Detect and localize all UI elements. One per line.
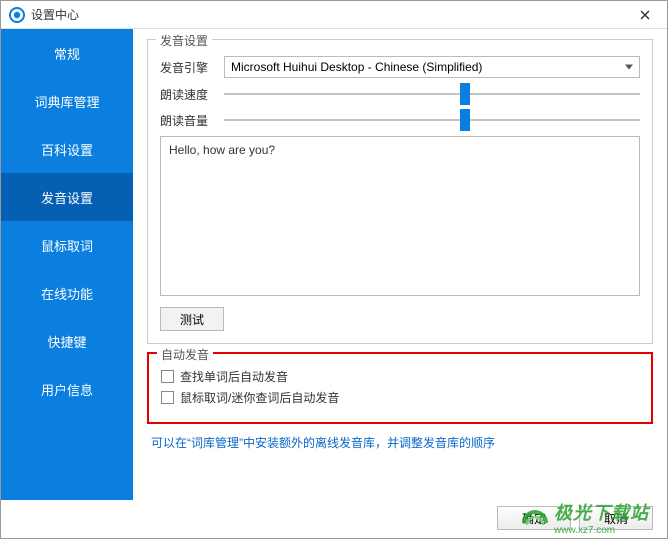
- footer: 极光下载站 www.xz7.com 确定 取消: [1, 500, 667, 538]
- volume-slider[interactable]: [224, 110, 640, 130]
- sidebar-item-label: 词典库管理: [34, 92, 99, 111]
- sidebar-item-user[interactable]: 用户信息: [1, 365, 133, 413]
- sidebar-item-shortcuts[interactable]: 快捷键: [1, 317, 133, 365]
- checkbox-label: 鼠标取词/迷你查词后自动发音: [180, 389, 339, 406]
- auto-speak-on-lookup-checkbox[interactable]: [161, 370, 174, 383]
- ok-button[interactable]: 确定: [497, 506, 571, 530]
- sidebar-item-speech[interactable]: 发音设置: [1, 173, 133, 221]
- sidebar-item-general[interactable]: 常规: [1, 29, 133, 77]
- slider-track: [224, 119, 640, 121]
- sidebar-item-label: 快捷键: [47, 332, 86, 351]
- close-icon: [640, 10, 650, 20]
- settings-window: 设置中心 常规 词典库管理 百科设置 发音设置 鼠标取词 在线功能 快捷键 用户…: [0, 0, 668, 539]
- sidebar-item-label: 百科设置: [41, 140, 93, 159]
- sidebar-item-label: 在线功能: [41, 284, 93, 303]
- sidebar-item-online[interactable]: 在线功能: [1, 269, 133, 317]
- auto-speak-on-mouse-row: 鼠标取词/迷你查词后自动发音: [161, 389, 639, 406]
- sidebar-item-mouse-pick[interactable]: 鼠标取词: [1, 221, 133, 269]
- auto-speak-on-lookup-row: 查找单词后自动发音: [161, 368, 639, 385]
- auto-speak-on-mouse-checkbox[interactable]: [161, 391, 174, 404]
- sidebar-item-dictionaries[interactable]: 词典库管理: [1, 77, 133, 125]
- volume-thumb[interactable]: [460, 109, 470, 131]
- engine-row: 发音引擎 Microsoft Huihui Desktop - Chinese …: [160, 56, 640, 78]
- cancel-button[interactable]: 取消: [579, 506, 653, 530]
- main-panel: 发音设置 发音引擎 Microsoft Huihui Desktop - Chi…: [133, 29, 667, 500]
- window-body: 常规 词典库管理 百科设置 发音设置 鼠标取词 在线功能 快捷键 用户信息 发音…: [1, 29, 667, 500]
- sidebar-item-label: 常规: [54, 44, 80, 63]
- window-title: 设置中心: [31, 6, 631, 23]
- auto-speech-group: 自动发音 查找单词后自动发音 鼠标取词/迷你查词后自动发音: [147, 352, 653, 424]
- engine-label: 发音引擎: [160, 59, 216, 76]
- sidebar-item-label: 用户信息: [41, 380, 93, 399]
- close-button[interactable]: [631, 5, 659, 25]
- titlebar: 设置中心: [1, 1, 667, 29]
- sidebar: 常规 词典库管理 百科设置 发音设置 鼠标取词 在线功能 快捷键 用户信息: [1, 29, 133, 500]
- test-button[interactable]: 测试: [160, 307, 224, 331]
- checkbox-label: 查找单词后自动发音: [180, 368, 288, 385]
- speed-thumb[interactable]: [460, 83, 470, 105]
- speed-row: 朗读速度: [160, 84, 640, 104]
- volume-row: 朗读音量: [160, 110, 640, 130]
- sample-text-input[interactable]: [160, 136, 640, 296]
- speech-settings-group: 发音设置 发音引擎 Microsoft Huihui Desktop - Chi…: [147, 39, 653, 344]
- hint-text: 可以在“词库管理”中安装额外的离线发音库，并调整发音库的顺序: [147, 432, 653, 451]
- app-icon: [9, 7, 25, 23]
- sidebar-item-label: 鼠标取词: [41, 236, 93, 255]
- slider-track: [224, 93, 640, 95]
- engine-value: Microsoft Huihui Desktop - Chinese (Simp…: [231, 60, 482, 74]
- speed-label: 朗读速度: [160, 86, 216, 103]
- sidebar-item-encyclopedia[interactable]: 百科设置: [1, 125, 133, 173]
- engine-select[interactable]: Microsoft Huihui Desktop - Chinese (Simp…: [224, 56, 640, 78]
- volume-label: 朗读音量: [160, 112, 216, 129]
- group-title: 自动发音: [157, 346, 213, 363]
- sidebar-item-label: 发音设置: [41, 188, 93, 207]
- group-title: 发音设置: [156, 32, 212, 49]
- speed-slider[interactable]: [224, 84, 640, 104]
